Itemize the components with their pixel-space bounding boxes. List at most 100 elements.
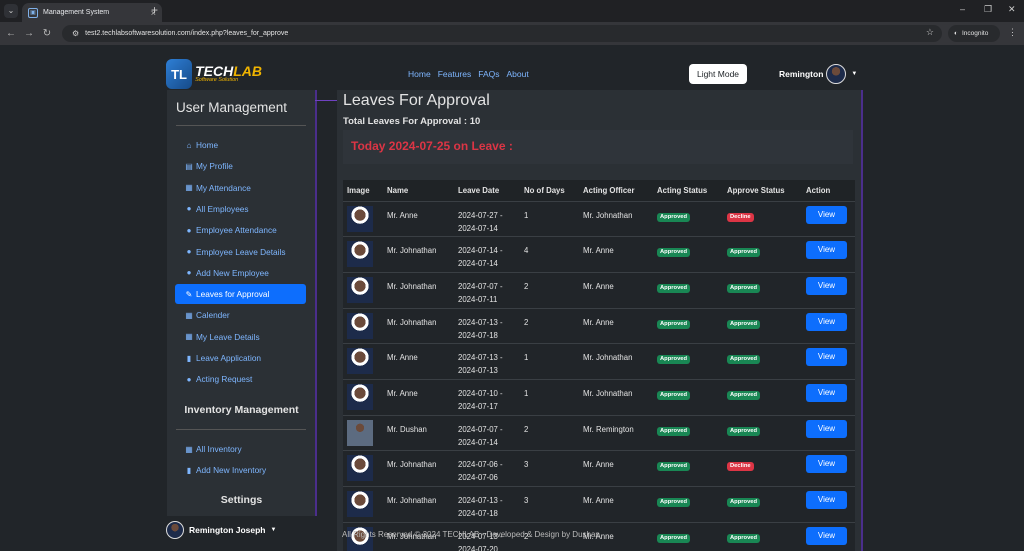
table-row: Mr. Johnathan 2024-07-13 - 2024-07-18 2 Mr. … (343, 307, 855, 344)
sidebar-item-add-new-employee[interactable]: ● Add New Employee (175, 263, 306, 283)
row-name: Mr. Anne (383, 343, 454, 380)
sidebar: User Management ⌂ Home ▤ My Profile ▦ My Atte… (167, 90, 316, 516)
light-mode-button[interactable]: Light Mode (689, 64, 747, 84)
today-leave-box: Today 2024-07-25 on Leave : (343, 130, 853, 164)
view-button[interactable]: View (806, 419, 847, 438)
nav-home[interactable]: Home (408, 69, 431, 79)
row-image-cell (343, 378, 383, 416)
table-row: Mr. Johnathan 2024-07-07 - 2024-07-11 2 Mr. … (343, 271, 855, 309)
view-button[interactable]: View (806, 276, 847, 295)
row-approve-status: Approved (723, 378, 802, 416)
sidebar-item-all-inventory[interactable]: ▦ All Inventory (175, 439, 306, 459)
site-info-icon[interactable]: ⚙ (72, 29, 79, 38)
browser-menu-icon[interactable]: ⋮ (1008, 27, 1017, 38)
employee-photo (347, 348, 373, 375)
view-button[interactable]: View (806, 348, 847, 367)
calendar-day-icon: ▦ (185, 310, 193, 320)
new-tab-icon[interactable]: + (151, 3, 158, 17)
row-name: Mr. Johnathan (383, 486, 454, 523)
row-action: View (802, 378, 855, 416)
reload-icon[interactable]: ↻ (40, 28, 54, 39)
row-days: 4 (520, 236, 579, 273)
row-days: 1 (520, 343, 579, 380)
row-action: View (802, 414, 855, 451)
row-name: Mr. Dushan (383, 414, 454, 451)
row-image-cell (343, 414, 383, 451)
view-button[interactable]: View (806, 491, 847, 509)
back-icon[interactable]: ← (4, 28, 18, 39)
status-badge: Approved (727, 498, 761, 507)
user-list-icon: ● (186, 247, 192, 256)
status-badge: Decline (727, 462, 754, 472)
row-action: View (802, 236, 855, 273)
view-button[interactable]: View (806, 312, 847, 331)
row-image-cell (343, 236, 383, 273)
file-plus-icon: ▮ (186, 465, 192, 475)
row-days: 1 (520, 378, 579, 416)
techlab-logo[interactable]: TL TECHLAB Software Solution (166, 58, 262, 90)
leaves-table: Image Name Leave Date No of Days Acting Offi… (343, 180, 855, 551)
row-leave-date: 2024-07-13 - 2024-07-18 (454, 307, 520, 344)
row-image-cell (343, 307, 383, 344)
sidebar-item-leave-application[interactable]: ▮ Leave Application (175, 348, 306, 368)
bottom-user-menu[interactable]: Remington Joseph ▼ (166, 521, 276, 539)
row-action: View (802, 450, 855, 487)
tab-search-icon[interactable]: ⌄ (4, 4, 18, 18)
view-button[interactable]: View (806, 526, 847, 545)
leave-date-start: 2024-07-10 - (458, 388, 503, 398)
row-leave-date: 2024-07-07 - 2024-07-11 (454, 271, 520, 309)
forward-icon[interactable]: → (22, 28, 36, 39)
table-row: Mr. Dushan 2024-07-07 - 2024-07-14 2 Mr. Rem… (343, 414, 855, 451)
column-header: Acting Status (653, 180, 723, 201)
row-action: View (802, 271, 855, 309)
column-header: Image (343, 180, 383, 201)
minimize-icon[interactable]: – (960, 4, 965, 14)
restore-icon[interactable]: ❐ (984, 4, 992, 15)
sidebar-item-leaves-for-approval[interactable]: ✎ Leaves for Approval (175, 284, 306, 305)
incognito-badge[interactable]: ◐ Incognito (948, 25, 1000, 42)
leave-date-end: 2024-07-20 (458, 544, 498, 551)
view-button[interactable]: View (806, 455, 847, 474)
sidebar-item-my-leave-details[interactable]: ▦ My Leave Details (175, 327, 306, 347)
sidebar-item-label: My Attendance (196, 182, 251, 193)
row-acting-status: Approved (653, 271, 723, 309)
bookmark-star-icon[interactable]: ☆ (926, 27, 934, 38)
view-button[interactable]: View (806, 383, 847, 402)
status-badge: Approved (727, 283, 761, 293)
view-button[interactable]: View (806, 205, 847, 224)
sidebar-item-add-new-inventory[interactable]: ▮ Add New Inventory (175, 460, 306, 480)
table-row: Mr. Johnathan 2024-07-14 - 2024-07-14 4 Mr. … (343, 236, 855, 273)
sidebar-item-employee-attendance[interactable]: ● Employee Attendance (175, 220, 306, 240)
main-content: Leaves For Approval Total Leaves For App… (337, 90, 863, 551)
sidebar-item-all-employees[interactable]: ● All Employees (175, 199, 306, 219)
row-leave-date: 2024-07-10 - 2024-07-17 (454, 378, 520, 416)
row-acting-status: Approved (653, 200, 723, 237)
sidebar-item-my-profile[interactable]: ▤ My Profile (175, 156, 306, 176)
close-window-icon[interactable]: ✕ (1008, 4, 1016, 15)
row-leave-date: 2024-07-13 - 2024-07-18 (454, 486, 520, 523)
sidebar-item-label: Leave Application (196, 353, 262, 363)
browser-tab[interactable]: ▣ Management System × (22, 3, 162, 22)
warehouse-icon: ▦ (185, 444, 193, 454)
user-menu[interactable]: Remington ▼ (779, 64, 857, 84)
row-acting-status: Approved (653, 521, 723, 551)
employee-photo (347, 419, 373, 446)
row-acting-status: Approved (653, 343, 723, 380)
address-bar[interactable]: ⚙ test2.techlabsoftwaresolution.com/inde… (62, 25, 942, 42)
sidebar-item-employee-leave-details[interactable]: ● Employee Leave Details (175, 242, 306, 262)
nav-about[interactable]: About (507, 69, 529, 79)
top-nav: Home Features FAQs About (408, 69, 529, 79)
sidebar-item-calender[interactable]: ▦ Calender (175, 305, 306, 325)
column-header: Leave Date (454, 180, 520, 201)
row-leave-date: 2024-07-27 - 2024-07-14 (454, 200, 520, 237)
nav-faqs[interactable]: FAQs (478, 69, 499, 79)
sidebar-item-acting-request[interactable]: ● Acting Request (175, 369, 306, 389)
table-icon: ▦ (185, 332, 193, 342)
view-button[interactable]: View (806, 241, 847, 260)
signature-icon: ✎ (185, 289, 193, 299)
sidebar-item-my-attendance[interactable]: ▦ My Attendance (175, 178, 306, 198)
leave-date-start: 2024-07-07 - (458, 424, 503, 434)
sidebar-item-home[interactable]: ⌂ Home (175, 135, 306, 155)
table-row: Mr. Johnathan 2024-07-13 - 2024-07-18 3 Mr. … (343, 486, 855, 523)
nav-features[interactable]: Features (438, 69, 472, 79)
